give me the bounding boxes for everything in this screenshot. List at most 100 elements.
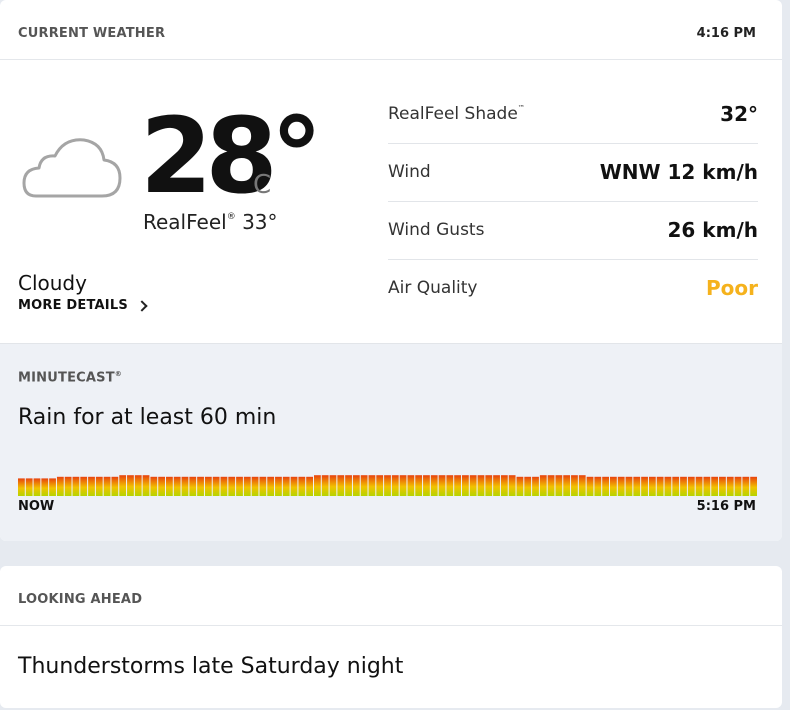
precipitation-bar bbox=[687, 476, 695, 496]
precipitation-bar bbox=[555, 475, 563, 496]
precipitation-bar bbox=[516, 476, 524, 496]
precipitation-bar bbox=[680, 476, 687, 496]
precipitation-bar bbox=[142, 475, 150, 496]
precipitation-bar bbox=[532, 476, 539, 496]
precipitation-bar bbox=[703, 476, 711, 496]
detail-value: 32° bbox=[720, 102, 758, 126]
looking-ahead-title: LOOKING AHEAD bbox=[18, 592, 143, 607]
precipitation-bar bbox=[56, 476, 64, 496]
precipitation-bar bbox=[563, 475, 571, 496]
precipitation-bar bbox=[726, 476, 734, 496]
precipitation-bar bbox=[111, 476, 119, 496]
precipitation-bar bbox=[695, 476, 703, 496]
detail-label: Wind bbox=[388, 162, 431, 182]
detail-label: Wind Gusts bbox=[388, 220, 485, 240]
precipitation-bar bbox=[251, 476, 259, 496]
precipitation-bar bbox=[220, 476, 228, 496]
precipitation-bar bbox=[438, 475, 446, 496]
precipitation-bar bbox=[189, 476, 197, 496]
looking-ahead-card[interactable]: LOOKING AHEAD Thunderstorms late Saturda… bbox=[0, 566, 782, 708]
cloud-icon bbox=[22, 136, 124, 200]
realfeel: RealFeel® 33° bbox=[143, 210, 278, 234]
detail-row-wind-gusts: Wind Gusts 26 km/h bbox=[388, 202, 758, 260]
precipitation-bar bbox=[446, 475, 454, 496]
more-details-link[interactable]: MORE DETAILS bbox=[18, 298, 148, 313]
precipitation-bar bbox=[18, 478, 25, 496]
precipitation-bar bbox=[173, 476, 181, 496]
precipitation-bars bbox=[18, 444, 758, 496]
precipitation-bar bbox=[282, 476, 290, 496]
minutecast-section[interactable]: MINUTECAST® Rain for at least 60 min NOW… bbox=[0, 343, 782, 541]
precipitation-bar bbox=[119, 475, 127, 496]
precipitation-bar bbox=[633, 476, 641, 496]
precipitation-bar bbox=[33, 478, 41, 496]
current-time: 4:16 PM bbox=[696, 26, 756, 41]
precipitation-bar bbox=[469, 475, 477, 496]
precipitation-bar bbox=[430, 475, 438, 496]
precipitation-bar bbox=[243, 476, 251, 496]
precipitation-bar bbox=[41, 478, 49, 496]
precipitation-bar bbox=[352, 475, 360, 496]
precipitation-bar bbox=[290, 476, 298, 496]
detail-label: RealFeel Shade™ bbox=[388, 104, 525, 124]
detail-row-air-quality: Air Quality Poor bbox=[388, 260, 758, 318]
precipitation-bar bbox=[345, 475, 352, 496]
precipitation-bar bbox=[64, 476, 72, 496]
precipitation-bar bbox=[586, 476, 594, 496]
detail-value: 26 km/h bbox=[667, 218, 758, 242]
precipitation-bar bbox=[204, 476, 212, 496]
precipitation-bar bbox=[384, 475, 391, 496]
precipitation-bar bbox=[750, 476, 757, 496]
minutecast-end-label: 5:16 PM bbox=[696, 499, 756, 514]
precipitation-bar bbox=[493, 475, 500, 496]
detail-row-realfeel-shade: RealFeel Shade™ 32° bbox=[388, 86, 758, 144]
minutecast-start-label: NOW bbox=[18, 499, 55, 514]
precipitation-bar bbox=[181, 476, 189, 496]
precipitation-bar bbox=[314, 475, 321, 496]
precipitation-bar bbox=[462, 475, 469, 496]
precipitation-bar bbox=[571, 475, 578, 496]
minutecast-summary: Rain for at least 60 min bbox=[18, 405, 277, 430]
precipitation-bar bbox=[454, 475, 461, 496]
precipitation-bar bbox=[625, 476, 633, 496]
precipitation-bar bbox=[500, 475, 508, 496]
realfeel-value: 33° bbox=[242, 210, 278, 234]
precipitation-bar bbox=[306, 476, 313, 496]
detail-label: Air Quality bbox=[388, 278, 478, 298]
minutecast-title: MINUTECAST® bbox=[18, 370, 122, 386]
precipitation-bar bbox=[368, 475, 376, 496]
registered-mark: ® bbox=[226, 212, 236, 222]
precipitation-bar bbox=[321, 475, 329, 496]
precipitation-bar bbox=[236, 476, 243, 496]
detail-row-wind: Wind WNW 12 km/h bbox=[388, 144, 758, 202]
precipitation-bar bbox=[391, 475, 399, 496]
current-weather-title: CURRENT WEATHER bbox=[18, 26, 166, 41]
current-weather-card: CURRENT WEATHER 4:16 PM 28° C RealFeel® … bbox=[0, 0, 782, 541]
precipitation-bar bbox=[360, 475, 368, 496]
precipitation-bar bbox=[399, 475, 407, 496]
precipitation-bar bbox=[508, 475, 516, 496]
precipitation-bar bbox=[127, 475, 134, 496]
temperature-unit: C bbox=[253, 170, 272, 200]
precipitation-bar bbox=[641, 476, 648, 496]
precipitation-bar bbox=[711, 476, 719, 496]
more-details-label: MORE DETAILS bbox=[18, 298, 128, 313]
precipitation-bar bbox=[648, 476, 656, 496]
realfeel-label: RealFeel bbox=[143, 210, 227, 234]
weather-condition: Cloudy bbox=[18, 271, 87, 295]
precipitation-bar bbox=[539, 475, 547, 496]
precipitation-bar bbox=[298, 476, 306, 496]
precipitation-bar bbox=[275, 476, 282, 496]
looking-ahead-header: LOOKING AHEAD bbox=[0, 566, 782, 626]
precipitation-bar bbox=[25, 478, 33, 496]
looking-ahead-text: Thunderstorms late Saturday night bbox=[18, 654, 404, 679]
current-weather-header: CURRENT WEATHER 4:16 PM bbox=[0, 0, 782, 60]
precipitation-bar bbox=[197, 476, 204, 496]
precipitation-bar bbox=[103, 476, 111, 496]
precipitation-bar bbox=[88, 476, 95, 496]
air-quality-value: Poor bbox=[705, 276, 758, 300]
precipitation-bar bbox=[150, 476, 158, 496]
precipitation-bar bbox=[547, 475, 555, 496]
precipitation-bar bbox=[524, 476, 532, 496]
precipitation-bar bbox=[719, 476, 726, 496]
